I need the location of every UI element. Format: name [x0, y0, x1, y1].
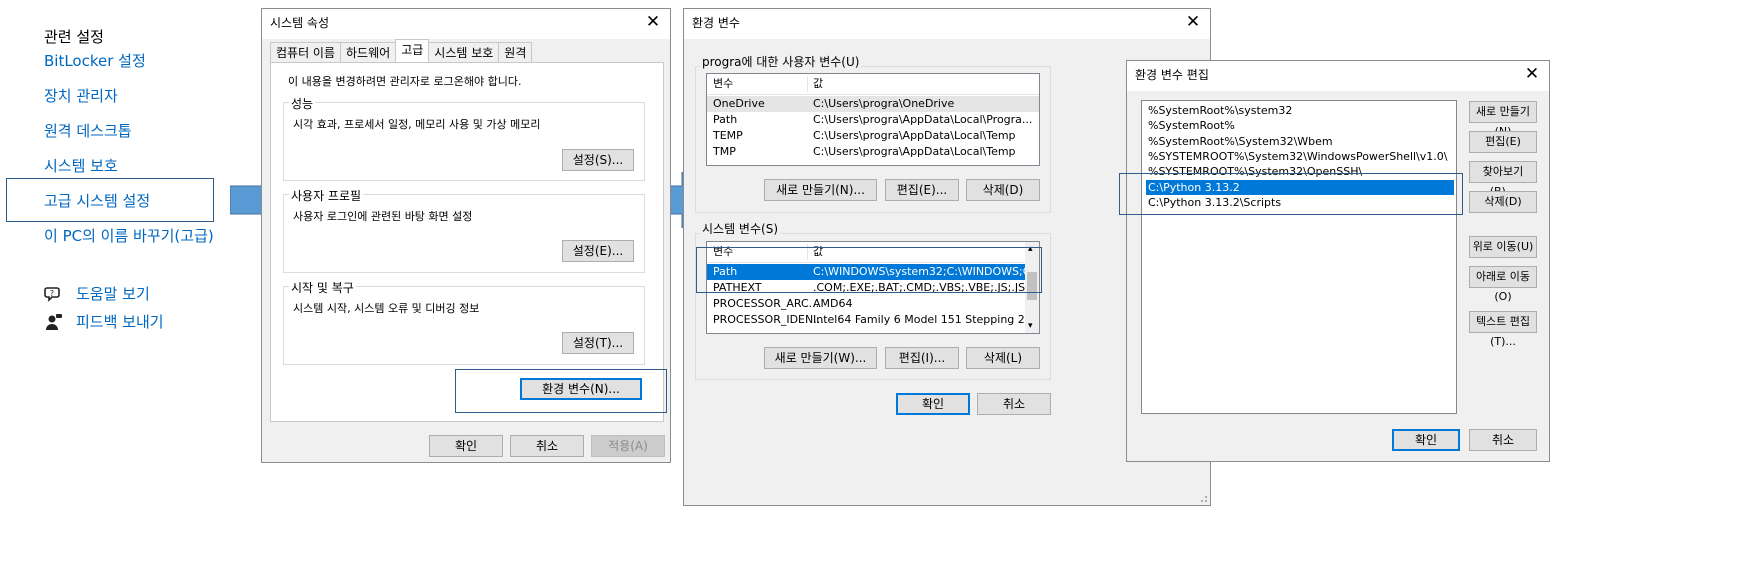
var-name: TMP: [713, 145, 736, 158]
user-profile-desc: 사용자 로그인에 관련된 바탕 화면 설정: [293, 210, 473, 223]
dialog-title: 시스템 속성: [270, 16, 330, 30]
var-name: TEMP: [713, 129, 743, 142]
tab-computer-name[interactable]: 컴퓨터 이름: [270, 42, 342, 62]
var-value: C:\Users\progra\AppData\Local\Temp: [813, 129, 1016, 142]
bitlocker-link[interactable]: BitLocker 설정: [44, 50, 146, 71]
feedback-person-icon: [46, 313, 62, 330]
new-button[interactable]: 새로 만들기(N): [1469, 101, 1537, 138]
advanced-tab-page: 이 내용을 변경하려면 관리자로 로그온해야 합니다. 성능 시각 효과, 프로…: [270, 62, 667, 422]
remote-desktop-link[interactable]: 원격 데스크톱: [44, 120, 132, 141]
close-icon[interactable]: ✕: [1184, 13, 1202, 31]
tab-advanced[interactable]: 고급: [395, 39, 430, 62]
tab-strip: 컴퓨터 이름 하드웨어 고급 시스템 보호 원격: [270, 39, 533, 62]
user-delete-button[interactable]: 삭제(D): [966, 179, 1040, 201]
system-delete-button[interactable]: 삭제(L): [966, 347, 1040, 369]
user-variables-list[interactable]: 변수 값 OneDrive C:\Users\progra\OneDrive P…: [706, 73, 1040, 166]
system-new-button[interactable]: 새로 만들기(W)...: [764, 347, 877, 369]
performance-desc: 시각 효과, 프로세서 일정, 메모리 사용 및 가상 메모리: [293, 118, 541, 131]
help-label: 도움말 보기: [76, 285, 150, 303]
cancel-button[interactable]: 취소: [510, 435, 584, 457]
performance-group-label: 성능: [289, 95, 316, 112]
delete-button[interactable]: 삭제(D): [1469, 191, 1537, 213]
list-item[interactable]: %SYSTEMROOT%\System32\WindowsPowerShell\…: [1148, 149, 1456, 164]
table-row[interactable]: OneDrive C:\Users\progra\OneDrive: [707, 96, 1039, 112]
move-down-button[interactable]: 아래로 이동(O): [1469, 266, 1537, 303]
highlight-box-path-row: [696, 247, 1042, 293]
dialog-title: 환경 변수 편집: [1135, 68, 1209, 82]
system-variables-label: 시스템 변수(S): [700, 220, 780, 237]
ok-button[interactable]: 확인: [1392, 429, 1460, 451]
var-name: OneDrive: [713, 97, 765, 110]
var-name: Path: [713, 113, 738, 126]
tab-hardware[interactable]: 하드웨어: [340, 42, 397, 62]
var-value: C:\Users\progra\OneDrive: [813, 97, 955, 110]
startup-recovery-settings-button[interactable]: 설정(T)...: [562, 332, 634, 354]
titlebar: [684, 9, 1210, 39]
edit-text-button[interactable]: 텍스트 편집(T)...: [1469, 311, 1537, 348]
dialog-title: 환경 변수: [692, 16, 740, 30]
apply-button[interactable]: 적용(A): [591, 435, 665, 457]
list-header: 변수 값: [707, 74, 1039, 95]
performance-settings-button[interactable]: 설정(S)...: [562, 149, 634, 171]
system-properties-dialog: 시스템 속성 ✕ 컴퓨터 이름 하드웨어 고급 시스템 보호 원격 이 내용을 …: [261, 8, 671, 463]
feedback-row[interactable]: 피드백 보내기: [44, 311, 164, 332]
admin-notice: 이 내용을 변경하려면 관리자로 로그온해야 합니다.: [288, 75, 522, 88]
environment-variables-button[interactable]: 환경 변수(N)...: [520, 378, 642, 400]
help-row[interactable]: ? 도움말 보기: [44, 283, 150, 304]
table-row[interactable]: PROCESSOR_IDEN... Intel64 Family 6 Model…: [707, 312, 1025, 328]
column-header-variable[interactable]: 변수: [713, 74, 733, 94]
path-entries-list[interactable]: %SystemRoot%\system32 %SystemRoot% %Syst…: [1141, 100, 1457, 414]
table-row[interactable]: TEMP C:\Users\progra\AppData\Local\Temp: [707, 128, 1039, 144]
rename-pc-link[interactable]: 이 PC의 이름 바꾸기(고급): [44, 225, 214, 246]
var-name: PROCESSOR_ARC...: [713, 297, 820, 310]
resize-grip-icon[interactable]: [1198, 493, 1208, 503]
table-row[interactable]: TMP C:\Users\progra\AppData\Local\Temp: [707, 144, 1039, 160]
column-header-value[interactable]: 값: [813, 74, 823, 94]
close-icon[interactable]: ✕: [644, 13, 662, 31]
list-item[interactable]: %SystemRoot%\system32: [1148, 103, 1456, 118]
table-row[interactable]: PROCESSOR_ARC... AMD64: [707, 296, 1025, 312]
tab-remote[interactable]: 원격: [498, 42, 533, 62]
var-value: Intel64 Family 6 Model 151 Stepping 2, G…: [813, 313, 1025, 326]
cancel-button[interactable]: 취소: [1469, 429, 1537, 451]
tab-system-protection[interactable]: 시스템 보호: [428, 42, 500, 62]
var-name: PROCESSOR_IDEN...: [713, 313, 824, 326]
svg-text:?: ?: [50, 289, 54, 298]
user-new-button[interactable]: 새로 만들기(N)...: [764, 179, 877, 201]
user-profile-group-label: 사용자 프로필: [289, 187, 364, 204]
ok-button[interactable]: 확인: [429, 435, 503, 457]
highlight-box-python-entries: [1119, 173, 1463, 215]
browse-button[interactable]: 찾아보기(B)...: [1469, 161, 1537, 198]
help-chat-icon: ?: [44, 286, 60, 302]
device-manager-link[interactable]: 장치 관리자: [44, 85, 118, 106]
startup-recovery-group-label: 시작 및 복구: [289, 279, 356, 296]
feedback-label: 피드백 보내기: [76, 313, 164, 331]
user-profile-settings-button[interactable]: 설정(E)...: [562, 240, 634, 262]
var-value: C:\Users\progra\AppData\Local\Temp: [813, 145, 1016, 158]
system-protection-link[interactable]: 시스템 보호: [44, 155, 118, 176]
user-variables-label: progra에 대한 사용자 변수(U): [700, 53, 862, 70]
startup-recovery-desc: 시스템 시작, 시스템 오류 및 디버깅 정보: [293, 302, 480, 315]
var-value: AMD64: [813, 297, 853, 310]
close-icon[interactable]: ✕: [1523, 65, 1541, 83]
move-up-button[interactable]: 위로 이동(U): [1469, 236, 1537, 258]
user-edit-button[interactable]: 편집(E)...: [885, 179, 959, 201]
ok-button[interactable]: 확인: [896, 393, 970, 415]
list-item[interactable]: %SystemRoot%\System32\Wbem: [1148, 134, 1456, 149]
related-settings-title: 관련 설정: [44, 28, 104, 46]
var-value: C:\Users\progra\AppData\Local\Progra...: [813, 113, 1033, 126]
scroll-down-icon[interactable]: ▾: [1028, 321, 1033, 331]
advanced-system-settings-link[interactable]: 고급 시스템 설정: [44, 190, 150, 211]
table-row[interactable]: Path C:\Users\progra\AppData\Local\Progr…: [707, 112, 1039, 128]
edit-button[interactable]: 편집(E): [1469, 131, 1537, 153]
system-edit-button[interactable]: 편집(I)...: [885, 347, 959, 369]
cancel-button[interactable]: 취소: [977, 393, 1051, 415]
list-item[interactable]: %SystemRoot%: [1148, 118, 1456, 133]
edit-environment-variable-dialog: 환경 변수 편집 ✕ %SystemRoot%\system32 %System…: [1119, 60, 1550, 462]
